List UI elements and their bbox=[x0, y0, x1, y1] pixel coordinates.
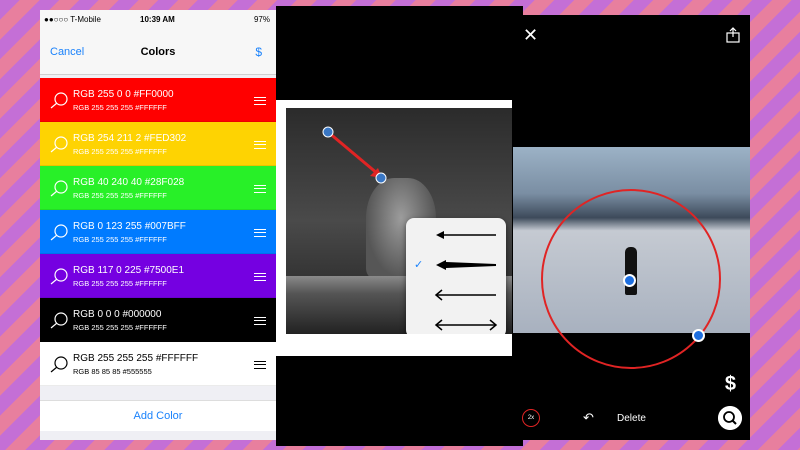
drag-handle-icon[interactable] bbox=[254, 141, 266, 149]
foreground-color-value: RGB 117 0 225 #7500E1 bbox=[73, 265, 185, 276]
eyedropper-icon[interactable] bbox=[49, 222, 69, 242]
arrow-editor-screen: ✓ bbox=[276, 6, 523, 446]
clock: 10:39 AM bbox=[140, 15, 175, 24]
drag-handle-icon[interactable] bbox=[254, 185, 266, 193]
magnifier-editor-screen: ✕ $ 2x ↶ Delete bbox=[513, 15, 750, 440]
drag-handle-icon[interactable] bbox=[254, 273, 266, 281]
foreground-color-value: RGB 0 0 0 #000000 bbox=[73, 309, 162, 320]
foreground-color-value: RGB 0 123 255 #007BFF bbox=[73, 221, 186, 232]
status-bar: ●●○○○ T-Mobile 10:39 AM 97% bbox=[40, 10, 276, 30]
zoom-level-badge[interactable]: 2x bbox=[522, 409, 540, 427]
photo-frame: ✓ bbox=[276, 100, 512, 356]
background-color-value: RGB 85 85 85 #555555 bbox=[73, 367, 152, 376]
magnifier-center-handle[interactable] bbox=[623, 274, 636, 287]
background-color-value: RGB 255 255 255 #FFFFFF bbox=[73, 279, 167, 288]
foreground-color-value: RGB 254 211 2 #FED302 bbox=[73, 133, 187, 144]
eyedropper-icon[interactable] bbox=[49, 90, 69, 110]
foreground-color-value: RGB 255 255 255 #FFFFFF bbox=[73, 353, 199, 364]
color-list: RGB 255 0 0 #FF0000 RGB 255 255 255 #FFFF… bbox=[40, 78, 276, 386]
eyedropper-icon[interactable] bbox=[49, 310, 69, 330]
drag-handle-icon[interactable] bbox=[254, 317, 266, 325]
foreground-color-value: RGB 40 240 40 #28F028 bbox=[73, 177, 185, 188]
background-color-value: RGB 255 255 255 #FFFFFF bbox=[73, 147, 167, 156]
eyedropper-icon[interactable] bbox=[49, 266, 69, 286]
arrow-option-1[interactable] bbox=[406, 220, 506, 250]
colors-screen: ●●○○○ T-Mobile 10:39 AM 97% Cancel Color… bbox=[40, 10, 276, 440]
background-color-value: RGB 255 255 255 #FFFFFF bbox=[73, 235, 167, 244]
page-title: Colors bbox=[140, 46, 176, 58]
background-color-value: RGB 255 255 255 #FFFFFF bbox=[73, 191, 167, 200]
color-row[interactable]: RGB 255 0 0 #FF0000 RGB 255 255 255 #FFFF… bbox=[40, 78, 276, 122]
arrow-style-menu: ✓ bbox=[406, 218, 506, 334]
foreground-color-value: RGB 255 0 0 #FF0000 bbox=[73, 89, 174, 100]
color-row[interactable]: RGB 117 0 225 #7500E1 RGB 255 255 255 #FF… bbox=[40, 254, 276, 298]
color-row[interactable]: RGB 254 211 2 #FED302 RGB 255 255 255 #FF… bbox=[40, 122, 276, 166]
arrow-option-4[interactable] bbox=[406, 310, 506, 334]
background-color-value: RGB 255 255 255 #FFFFFF bbox=[73, 103, 167, 112]
undo-icon[interactable]: ↶ bbox=[583, 410, 594, 426]
nav-bar: Cancel Colors $ bbox=[40, 30, 276, 75]
dollar-button[interactable]: $ bbox=[255, 45, 262, 59]
double-arrow-icon bbox=[434, 319, 498, 331]
eyedropper-icon[interactable] bbox=[49, 354, 69, 374]
left-arrow-icon bbox=[436, 231, 496, 239]
carrier-label: ●●○○○ T-Mobile bbox=[44, 15, 101, 24]
arrow-option-2[interactable]: ✓ bbox=[406, 250, 506, 280]
color-row[interactable]: RGB 0 123 255 #007BFF RGB 255 255 255 #FF… bbox=[40, 210, 276, 254]
cat-photo: ✓ bbox=[286, 108, 512, 334]
left-arrow-open-icon bbox=[434, 289, 496, 301]
bottom-toolbar: 2x ↶ Delete bbox=[513, 405, 750, 435]
eyedropper-icon[interactable] bbox=[49, 178, 69, 198]
color-row[interactable]: RGB 0 0 0 #000000 RGB 255 255 255 #FFFFFF bbox=[40, 298, 276, 342]
color-row[interactable]: RGB 255 255 255 #FFFFFF RGB 85 85 85 #555… bbox=[40, 342, 276, 386]
magnifier-tool-icon[interactable] bbox=[718, 406, 742, 430]
dollar-icon[interactable]: $ bbox=[725, 373, 736, 396]
close-icon[interactable]: ✕ bbox=[523, 25, 538, 46]
checkmark-icon: ✓ bbox=[414, 259, 424, 271]
eyedropper-icon[interactable] bbox=[49, 134, 69, 154]
arrow-option-3[interactable] bbox=[406, 280, 506, 310]
drag-handle-icon[interactable] bbox=[254, 97, 266, 105]
drag-handle-icon[interactable] bbox=[254, 229, 266, 237]
share-icon[interactable] bbox=[726, 27, 740, 43]
battery-label: 97% bbox=[253, 15, 270, 24]
add-color-button[interactable]: Add Color bbox=[40, 400, 276, 431]
drag-handle-icon[interactable] bbox=[254, 361, 266, 369]
left-arrow-heavy-icon bbox=[436, 260, 496, 270]
magnifier-resize-handle[interactable] bbox=[692, 329, 705, 342]
delete-button[interactable]: Delete bbox=[617, 413, 646, 424]
color-row[interactable]: RGB 40 240 40 #28F028 RGB 255 255 255 #FF… bbox=[40, 166, 276, 210]
background-color-value: RGB 255 255 255 #FFFFFF bbox=[73, 323, 167, 332]
